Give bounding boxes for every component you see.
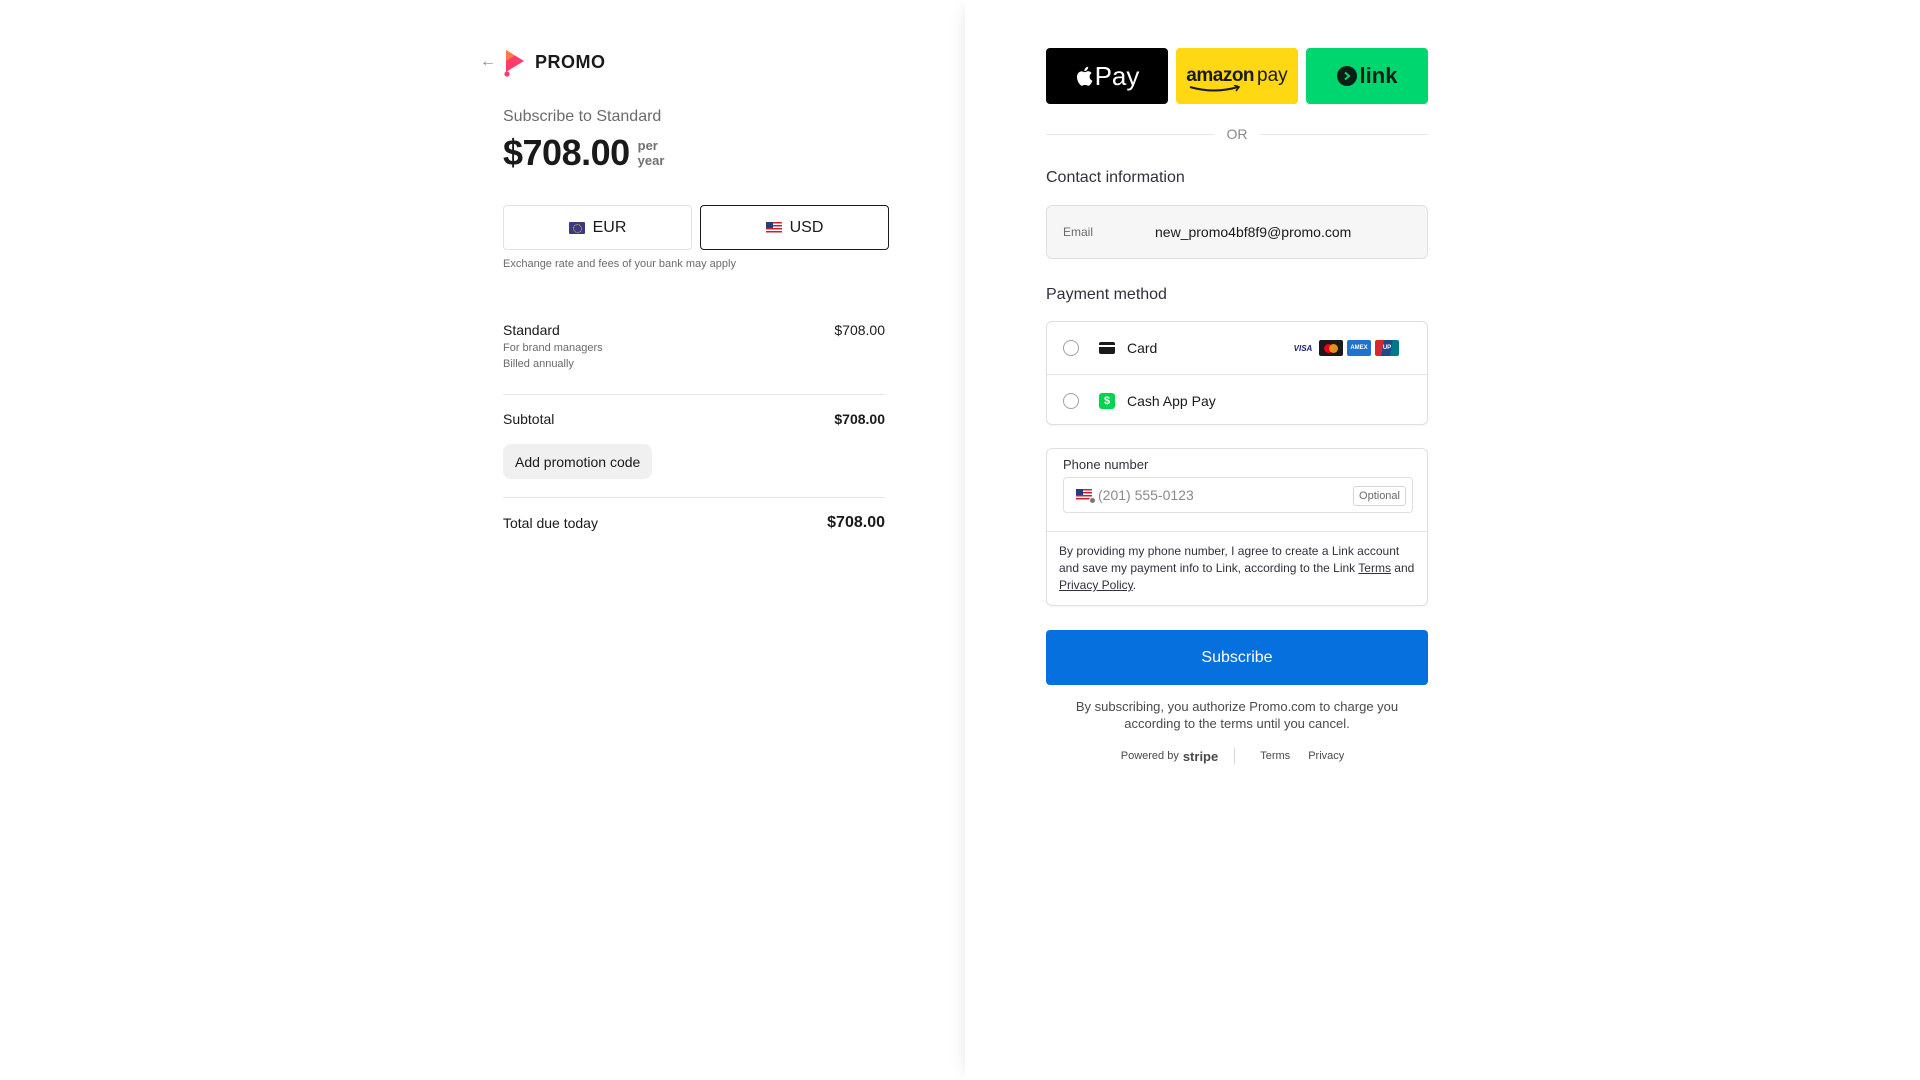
stripe-logo[interactable]: stripe [1183,749,1218,764]
line-item-price: $708.00 [834,322,885,338]
total-label: Total due today [503,515,598,531]
privacy-footer-link[interactable]: Privacy [1308,750,1344,762]
terms-footer-link[interactable]: Terms [1260,750,1290,762]
cash-app-icon: $ [1099,392,1115,409]
or-line-right [1259,133,1428,135]
link-phone-section: Phone number (201) 555-0123 Optional By … [1046,448,1428,606]
mastercard-icon [1319,340,1343,356]
terms-link[interactable]: Terms [1358,561,1391,575]
subtotal-row: Subtotal $708.00 [503,411,885,427]
header: ← PROMO [480,46,606,78]
link-arrow-icon [1336,66,1357,86]
amex-icon: AMEX [1347,340,1371,356]
payment-method-card[interactable]: Card VISA AMEX UP [1047,322,1427,374]
divider [503,394,885,395]
phone-divider [1047,531,1427,532]
currency-option-eur[interactable]: EUR [503,205,692,250]
payment-method-list: Card VISA AMEX UP $ Cash App Pay [1046,321,1428,425]
or-text: OR [1226,126,1248,142]
subscribe-button[interactable]: Subscribe [1046,630,1428,685]
period-line-2: year [637,153,665,168]
authorize-text: By subscribing, you authorize Promo.com … [1075,699,1399,731]
line-item-name: Standard [503,322,560,338]
email-field[interactable]: Email new_promo4bf8f9@promo.com [1046,205,1428,259]
apple-pay-button[interactable]: Pay [1046,48,1168,104]
phone-placeholder: (201) 555-0123 [1098,487,1194,503]
eu-flag-icon [568,221,585,234]
currency-label: USD [789,218,824,236]
email-value: new_promo4bf8f9@promo.com [1155,224,1352,240]
line-item-billing: Billed annually [503,358,574,370]
email-label: Email [1063,225,1094,239]
logo-text[interactable]: PROMO [535,52,606,73]
phone-input[interactable]: (201) 555-0123 Optional [1063,477,1413,513]
unionpay-icon: UP [1375,340,1399,356]
currency-option-usd[interactable]: USD [700,205,889,250]
product-heading: Subscribe to Standard [503,108,662,125]
cash-app-radio[interactable] [1063,392,1079,409]
link-label: link [1359,63,1398,88]
currency-toggle: EUR USD [503,205,889,250]
amazon-pay-word: pay [1257,65,1288,86]
or-line-left [1046,133,1215,135]
total-value: $708.00 [827,514,885,531]
period-line-1: per [637,138,658,153]
payment-method-cash-app[interactable]: $ Cash App Pay [1047,374,1427,426]
subtotal-label: Subtotal [503,411,555,427]
price-row: $708.00 per year [503,132,664,174]
total-row: Total due today $708.00 [503,514,885,532]
amazon-pay-button[interactable]: amazon pay [1176,48,1298,104]
privacy-policy-link[interactable]: Privacy Policy [1059,578,1133,592]
card-label: Card [1127,340,1158,356]
consent-end: . [1132,578,1137,592]
us-flag-icon[interactable] [1076,489,1096,504]
link-consent-text: By providing my phone number, I agree to… [1059,543,1415,594]
card-brands: VISA AMEX UP [1291,340,1399,356]
contact-title: Contact information [1046,169,1185,186]
back-arrow-icon[interactable]: ← [480,54,498,70]
card-icon [1099,340,1115,356]
divider [503,497,885,498]
promo-logo-icon[interactable] [502,47,528,77]
footer-separator [1234,748,1236,764]
or-divider: OR [1046,126,1428,142]
order-summary-pane: ← PROMO Subscribe to Standard $708.00 pe… [0,0,965,1080]
consent-and: and [1390,561,1415,575]
footer: Powered by stripe Terms Privacy [1046,748,1428,764]
us-flag-icon [765,221,782,234]
currency-label: EUR [592,218,627,236]
express-checkout: Pay amazon pay link [1046,48,1428,104]
cash-app-label: Cash App Pay [1127,392,1216,409]
add-promotion-code-button[interactable]: Add promotion code [503,444,653,479]
subtotal-value: $708.00 [834,411,885,427]
optional-badge: Optional [1353,486,1406,506]
line-item: Standard $708.00 For brand managers Bill… [503,322,885,370]
powered-by-label: Powered by [1120,750,1179,762]
phone-label: Phone number [1063,457,1149,472]
exchange-note: Exchange rate and fees of your bank may … [503,258,736,270]
link-button[interactable]: link [1306,48,1428,104]
apple-pay-label: Pay [1094,60,1140,91]
payment-title: Payment method [1046,286,1167,303]
apple-icon [1076,66,1092,86]
price-amount: $708.00 [503,132,630,173]
billing-period: per year [638,138,665,168]
card-radio[interactable] [1063,340,1079,356]
line-item-description: For brand managers [503,342,603,354]
visa-icon: VISA [1291,340,1315,356]
amazon-word: amazon [1186,65,1255,86]
consent-text: By providing my phone number, I agree to… [1059,544,1400,575]
amazon-smile-icon [1190,85,1241,92]
